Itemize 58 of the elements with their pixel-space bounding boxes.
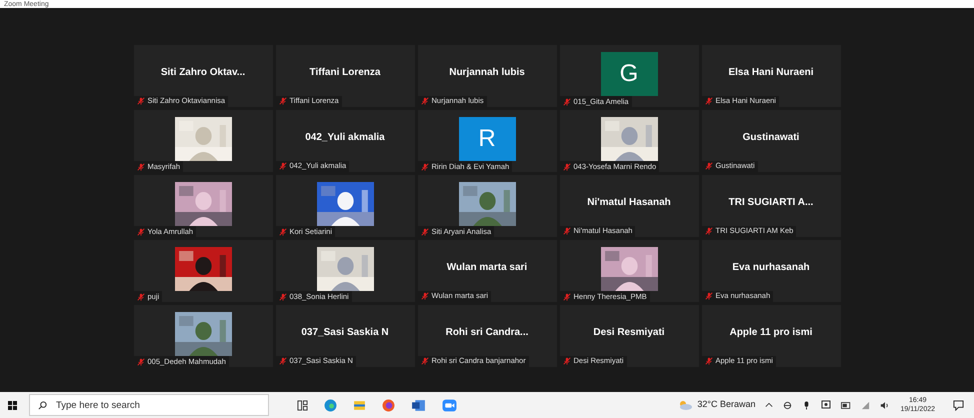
folder-icon[interactable] — [353, 398, 366, 412]
muted-mic-icon — [136, 97, 144, 105]
muted-mic-icon — [562, 162, 570, 170]
search-field[interactable]: Type here to search — [29, 394, 269, 416]
speaker-icon[interactable] — [880, 400, 890, 410]
avatar-initial: R — [478, 127, 496, 151]
avatar-initial: G — [620, 62, 638, 86]
muted-mic-icon — [278, 357, 286, 365]
muted-mic-icon — [278, 97, 286, 105]
muted-mic-icon — [420, 162, 428, 170]
participant-name: Siti Zahro Oktav... — [160, 66, 246, 80]
participant-name: Apple 11 pro ismi — [730, 326, 812, 340]
muted-mic-icon — [136, 162, 144, 170]
document-app-icon[interactable] — [411, 398, 426, 412]
muted-mic-icon — [704, 227, 712, 235]
muted-mic-icon — [420, 97, 428, 105]
muted-mic-icon — [420, 357, 428, 365]
participant-name: Tiffani Lorenza — [310, 66, 380, 80]
muted-mic-icon — [562, 227, 570, 235]
browser-icon[interactable] — [324, 398, 337, 412]
muted-mic-icon — [704, 97, 712, 105]
chevron-up-icon[interactable] — [765, 401, 774, 409]
muted-mic-icon — [704, 162, 712, 170]
muted-mic-icon — [136, 228, 144, 236]
fox-browser-icon[interactable] — [382, 398, 395, 412]
muted-mic-icon — [278, 228, 286, 236]
muted-mic-icon — [562, 292, 570, 300]
muted-mic-icon — [136, 292, 144, 300]
microphone-icon[interactable] — [802, 400, 812, 410]
participant-name: Gustinawati — [742, 130, 800, 144]
participant-name: Nurjannah lubis — [449, 66, 525, 80]
participant-name: 037_Sasi Saskia N — [301, 326, 389, 340]
muted-mic-icon — [562, 98, 570, 106]
task-view-icon[interactable] — [297, 400, 308, 410]
network-icon[interactable] — [783, 400, 792, 410]
muted-mic-icon — [278, 162, 286, 170]
muted-mic-icon — [278, 292, 286, 300]
participant-name: Eva nurhasanah — [732, 260, 810, 274]
participant-name: 042_Yuli akmalia — [305, 130, 385, 144]
participant-name: Ni'matul Hasanah — [587, 196, 671, 210]
participant-name: Wulan marta sari — [446, 260, 528, 274]
muted-mic-icon — [562, 357, 570, 365]
muted-mic-icon — [420, 228, 428, 236]
participant-name: Rohi sri Candra... — [446, 326, 528, 340]
notification-icon[interactable] — [953, 400, 964, 410]
muted-mic-icon — [704, 292, 712, 300]
battery-icon[interactable] — [841, 402, 852, 408]
video-app-icon[interactable] — [442, 398, 457, 412]
weather-cloud-icon — [677, 400, 694, 410]
weather-text[interactable]: 32°C Berawan — [697, 398, 756, 412]
muted-mic-icon — [420, 292, 428, 300]
muted-mic-icon — [136, 358, 144, 366]
participant-name: Desi Resmiyati — [593, 326, 665, 340]
muted-mic-icon — [704, 357, 712, 365]
participant-name: TRI SUGIARTI A... — [728, 196, 814, 210]
windows-start-icon[interactable] — [8, 400, 17, 410]
search-icon — [38, 400, 47, 410]
participant-name: Elsa Hani Nuraeni — [728, 66, 814, 80]
